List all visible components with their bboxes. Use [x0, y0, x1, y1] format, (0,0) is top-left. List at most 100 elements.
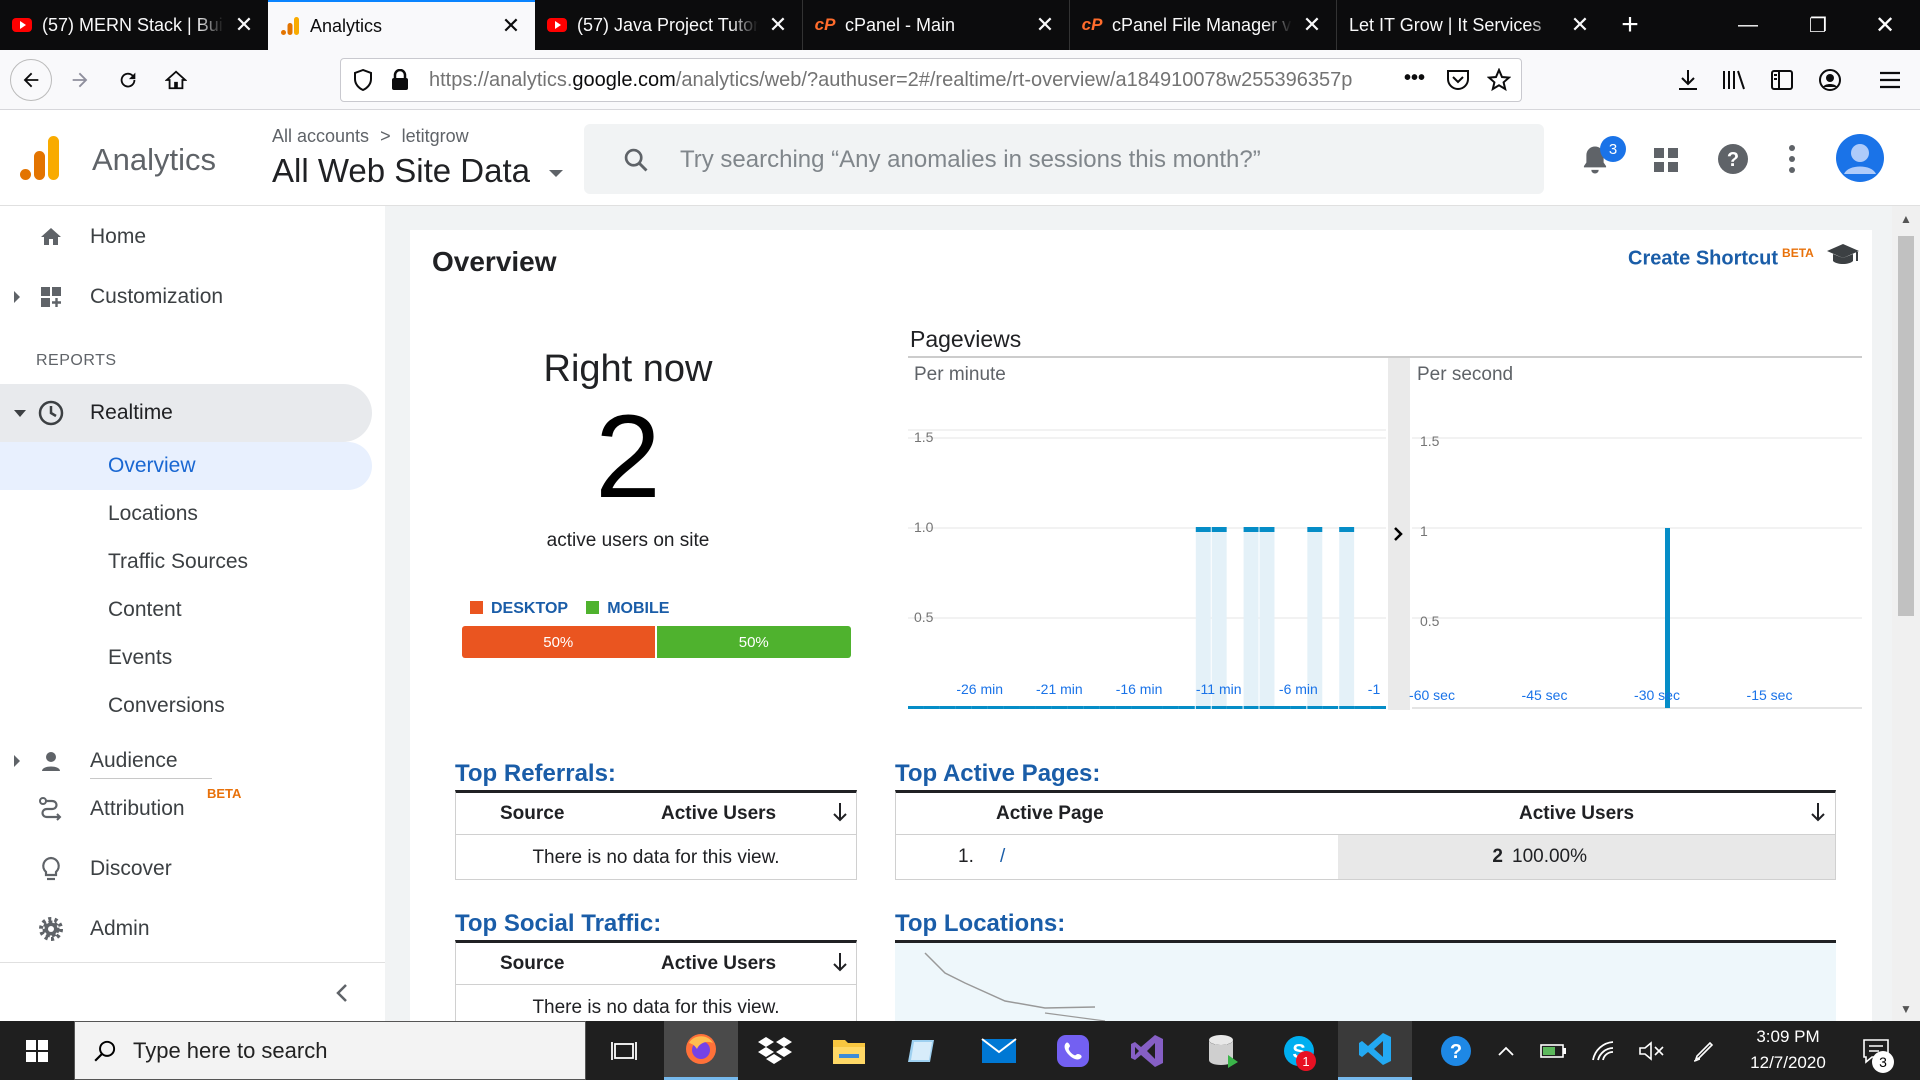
browser-tab-active[interactable]: Analytics ✕ [268, 0, 535, 50]
library-icon[interactable] [1714, 60, 1754, 100]
analytics-header: Analytics All accounts > letitgrow All W… [0, 110, 1920, 206]
windows-start-icon[interactable] [0, 1021, 74, 1080]
browser-tab[interactable]: cP cPanel - Main ✕ [802, 0, 1069, 50]
apps-grid-icon[interactable] [1652, 146, 1680, 179]
close-tab-icon[interactable]: ✕ [1568, 12, 1592, 38]
firefox-taskbar-icon[interactable] [664, 1021, 738, 1080]
bookmark-star-icon[interactable] [1486, 67, 1512, 98]
analytics-logo-icon[interactable] [20, 136, 60, 185]
minimize-icon[interactable]: — [1718, 0, 1778, 50]
graduation-cap-icon[interactable] [1826, 242, 1860, 273]
col-source[interactable]: Source [500, 953, 564, 975]
task-view-icon[interactable] [587, 1021, 661, 1080]
sidebar-item-discover[interactable]: Discover [0, 840, 372, 898]
sort-arrow-icon[interactable] [832, 951, 848, 979]
sidebar-subitem-traffic-sources[interactable]: Traffic Sources [0, 538, 372, 586]
volume-muted-icon[interactable] [1624, 1021, 1680, 1080]
sidebar-item-customization[interactable]: Customization [0, 268, 372, 326]
database-app-icon[interactable] [1186, 1021, 1260, 1080]
clock-date[interactable]: 12/7/2020 [1740, 1053, 1836, 1073]
sort-arrow-icon[interactable] [1810, 801, 1826, 829]
sidebar-subitem-events[interactable]: Events [0, 634, 372, 682]
lock-icon[interactable] [391, 68, 409, 97]
sidebar-item-admin[interactable]: Admin [0, 900, 372, 958]
sort-arrow-icon[interactable] [832, 801, 848, 829]
close-tab-icon[interactable]: ✕ [766, 12, 790, 38]
collapse-sidebar-icon[interactable] [334, 982, 350, 1009]
new-tab-button[interactable]: + [1600, 0, 1660, 50]
close-tab-icon[interactable]: ✕ [499, 13, 523, 39]
browser-tab[interactable]: Let IT Grow | It Services ✕ [1336, 0, 1604, 50]
bar-base [987, 706, 1004, 709]
user-avatar-icon[interactable] [1836, 134, 1884, 187]
browser-tab[interactable]: (57) Java Project Tutor ✕ [535, 0, 802, 50]
col-active-page[interactable]: Active Page [996, 803, 1104, 825]
person-icon [38, 748, 64, 774]
menu-hamburger-icon[interactable] [1870, 60, 1910, 100]
col-active-users[interactable]: Active Users [661, 953, 776, 975]
sidebar-item-label: Home [90, 225, 147, 248]
vertical-scrollbar[interactable]: ▲ ▼ [1892, 206, 1920, 1021]
x-tick-label: -15 sec [1747, 687, 1793, 703]
sidebar-subitem-conversions[interactable]: Conversions [0, 682, 372, 730]
sidebar-subitem-locations[interactable]: Locations [0, 490, 372, 538]
help-tray-icon[interactable]: ? [1426, 1021, 1486, 1080]
mail-icon[interactable] [962, 1021, 1036, 1080]
back-arrow-icon[interactable] [10, 59, 52, 101]
row-page-link[interactable]: / [1000, 846, 1005, 868]
skype-icon[interactable]: S [1262, 1021, 1336, 1080]
home-icon[interactable] [156, 60, 196, 100]
taskbar-search-box[interactable]: Type here to search [74, 1021, 586, 1080]
col-active-users[interactable]: Active Users [1519, 803, 1634, 825]
create-shortcut-link[interactable]: Create Shortcut BETA [1628, 246, 1814, 271]
col-active-users[interactable]: Active Users [661, 803, 776, 825]
vscode-icon[interactable] [1338, 1021, 1412, 1080]
sidebar-item-realtime[interactable]: Realtime [0, 384, 372, 442]
locations-map[interactable] [895, 940, 1836, 1021]
restore-icon[interactable]: ❐ [1788, 0, 1848, 50]
sidebar-subitem-overview[interactable]: Overview [0, 442, 372, 490]
reload-icon[interactable] [108, 60, 148, 100]
dropbox-icon[interactable] [738, 1021, 812, 1080]
chart-expand-chevron-icon[interactable] [1391, 526, 1405, 547]
tray-overflow-chevron-icon[interactable] [1486, 1021, 1526, 1080]
scroll-down-icon[interactable]: ▼ [1900, 1002, 1912, 1016]
more-vert-icon[interactable] [1786, 144, 1798, 179]
sidebar-item-home[interactable]: Home [0, 208, 372, 266]
notes-app-icon[interactable] [886, 1021, 960, 1080]
help-icon[interactable]: ? [1717, 143, 1749, 180]
top-referrals-title: Top Referrals: [455, 760, 616, 787]
file-explorer-icon[interactable] [812, 1021, 886, 1080]
product-name[interactable]: Analytics [92, 142, 216, 178]
window-close-icon[interactable]: ✕ [1855, 0, 1915, 50]
clock-time[interactable]: 3:09 PM [1740, 1027, 1836, 1047]
close-tab-icon[interactable]: ✕ [1300, 12, 1324, 38]
battery-icon[interactable] [1526, 1021, 1582, 1080]
search-box[interactable]: Try searching “Any anomalies in sessions… [584, 124, 1544, 194]
account-icon[interactable] [1810, 60, 1850, 100]
download-icon[interactable] [1668, 60, 1708, 100]
sidebar-subitem-content[interactable]: Content [0, 586, 372, 634]
close-tab-icon[interactable]: ✕ [232, 12, 256, 38]
scrollbar-thumb[interactable] [1898, 236, 1914, 616]
shield-icon[interactable] [353, 68, 373, 97]
close-tab-icon[interactable]: ✕ [1033, 12, 1057, 38]
col-source[interactable]: Source [500, 803, 564, 825]
pen-icon[interactable] [1676, 1021, 1732, 1080]
scroll-up-icon[interactable]: ▲ [1900, 212, 1912, 226]
forward-arrow-icon[interactable] [60, 60, 100, 100]
browser-tab[interactable]: (57) MERN Stack | Buil ✕ [0, 0, 268, 50]
legend-label-mobile: MOBILE [607, 600, 670, 617]
breadcrumb[interactable]: All accounts > letitgrow [272, 126, 469, 147]
url-text[interactable]: https://analytics.google.com/analytics/w… [429, 69, 1389, 92]
sidebar-toggle-icon[interactable] [1762, 60, 1802, 100]
url-bar[interactable]: https://analytics.google.com/analytics/w… [340, 58, 1522, 102]
page-actions-icon[interactable]: ••• [1404, 67, 1425, 90]
bar-base [1147, 706, 1163, 709]
browser-tab[interactable]: cP cPanel File Manager v ✕ [1069, 0, 1336, 50]
view-selector[interactable]: All Web Site Data [272, 152, 564, 190]
pocket-icon[interactable] [1446, 69, 1470, 97]
visual-studio-icon[interactable] [1110, 1021, 1184, 1080]
viber-icon[interactable] [1036, 1021, 1110, 1080]
sidebar-item-attribution[interactable]: Attribution BETA [0, 780, 372, 838]
